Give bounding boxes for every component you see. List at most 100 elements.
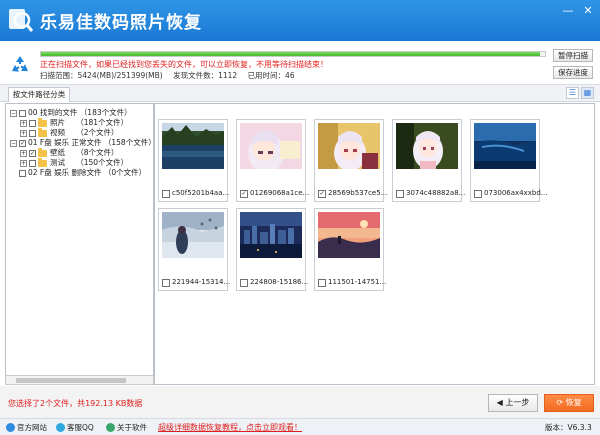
selection-summary: 您选择了2个文件，共192.13 KB数据 [8, 399, 143, 408]
thumbnail-grid: c50f5201b4aa... ✓ 01269068a1ce... ✓ 28569b53… [154, 103, 595, 385]
folder-tree: −00 找到的文件 （183个文件） + 照片 （181个文件） + 视频 （2个文件）… [5, 103, 154, 385]
tree-item-label: 壁纸 （8个文件） [50, 148, 119, 157]
tree-item-label: 00 找到的文件 （183个文件） [28, 108, 132, 117]
file-thumbnail-card[interactable]: c50f5201b4aa... [158, 119, 230, 202]
file-name: c50f5201b4aa... [172, 189, 230, 197]
version-label: 版本：V6.3.3 [545, 423, 592, 432]
file-thumbnail-card[interactable]: ✓ 01269068a1ce... [236, 119, 310, 202]
tutorial-promo-link[interactable]: 超级详细数据恢复教程，点击立即观看！ [158, 422, 302, 433]
bottom-bar: 您选择了2个文件，共192.13 KB数据 ◀ 上一步 ⟳ 恢复 [0, 386, 600, 418]
tree-item-label: 视频 （2个文件） [50, 128, 119, 137]
tree-expander-icon[interactable]: + [20, 149, 27, 157]
file-thumbnail-image[interactable] [240, 123, 302, 169]
tab-by-path[interactable]: 按文件路径分类 [8, 87, 70, 102]
tree-item[interactable]: + 照片 （181个文件） [20, 117, 129, 128]
support-qq-label: 客服QQ [67, 423, 94, 432]
recover-label: 恢复 [565, 398, 582, 407]
file-thumbnail-image[interactable] [318, 212, 380, 258]
file-checkbox[interactable] [474, 190, 482, 198]
back-label: 上一步 [505, 398, 530, 407]
tree-item[interactable]: + 测试 （150个文件） [20, 157, 128, 168]
file-thumbnail-card[interactable]: 073006ax4xxbd... [470, 119, 547, 202]
tree-item[interactable]: 02 F盘 娱乐 删除文件 （0个文件） [10, 168, 146, 178]
file-thumbnail-image[interactable] [162, 212, 224, 258]
file-thumbnail-image[interactable] [162, 123, 224, 169]
file-checkbox[interactable] [162, 279, 170, 287]
file-checkbox[interactable] [240, 279, 248, 287]
tree-expander-icon[interactable]: + [20, 119, 27, 127]
folder-icon [38, 127, 47, 137]
scrollbar-thumb[interactable] [16, 378, 126, 383]
file-thumbnail-card[interactable]: ✓ 28569b537ce5... [314, 119, 388, 202]
website-label: 官方网站 [17, 423, 47, 432]
scan-info: 扫描范围：5424(MB)/251399(MB) 发现文件数：1112 已用时间… [40, 70, 303, 81]
scan-range: 扫描范围：5424(MB)/251399(MB) [40, 71, 163, 80]
tree-checkbox[interactable] [19, 109, 26, 117]
tree-item[interactable]: − ✓ 01 F盘 娱乐 正常文件 （158个文件） [10, 138, 154, 148]
tree-checkbox[interactable] [29, 159, 36, 167]
list-view-icon[interactable]: ☰ [566, 87, 579, 99]
tree-expander-icon[interactable]: − [10, 139, 17, 147]
tree-checkbox[interactable] [29, 129, 36, 137]
scan-progress-bar [40, 51, 546, 57]
footer: 官方网站 客服QQ 关于软件 超级详细数据恢复教程，点击立即观看！ 版本：V6.… [0, 418, 600, 435]
tree-expander-icon[interactable]: − [10, 109, 17, 117]
file-thumbnail-card[interactable]: 221944-15314... [158, 208, 230, 291]
file-thumbnail-card[interactable]: 3074c48882a8... [392, 119, 466, 202]
support-qq-link[interactable]: 客服QQ [56, 422, 94, 433]
tree-expander-icon[interactable]: + [20, 159, 27, 167]
file-name: 3074c48882a8... [406, 189, 466, 197]
tree-item-label: 照片 （181个文件） [50, 118, 129, 127]
file-name: 073006ax4xxbd... [484, 189, 548, 197]
tree-item[interactable]: + ✓ 壁纸 （8个文件） [20, 147, 119, 158]
tree-checkbox[interactable] [29, 119, 36, 127]
tree-expander-icon[interactable]: + [20, 129, 27, 137]
tree-item[interactable]: + 视频 （2个文件） [20, 127, 119, 138]
tab-bar: 按文件路径分类 ☰ ▦ [0, 85, 600, 102]
tree-checkbox[interactable]: ✓ [29, 149, 36, 157]
file-thumbnail-card[interactable]: 224808-15186... [236, 208, 309, 291]
file-thumbnail-image[interactable] [396, 123, 458, 169]
file-name: 01269068a1ce... [250, 189, 310, 197]
file-name: 28569b537ce5... [328, 189, 388, 197]
file-thumbnail-image[interactable] [240, 212, 302, 258]
app-logo-icon [9, 9, 34, 32]
file-checkbox[interactable] [396, 190, 404, 198]
info-icon [106, 423, 115, 432]
minimize-button[interactable]: — [560, 4, 576, 18]
app-title: 乐易佳数码照片恢复 [40, 13, 202, 33]
back-button[interactable]: ◀ 上一步 [488, 394, 538, 412]
file-thumbnail-card[interactable]: 111501-14751... [314, 208, 386, 291]
file-checkbox[interactable]: ✓ [318, 190, 326, 198]
tree-horizontal-scrollbar[interactable] [5, 375, 154, 385]
file-checkbox[interactable] [162, 190, 170, 198]
close-button[interactable]: ✕ [580, 4, 596, 18]
folder-icon [38, 117, 47, 127]
tree-checkbox[interactable] [19, 169, 26, 177]
save-progress-button[interactable]: 保存进度 [553, 66, 593, 79]
grid-view-icon[interactable]: ▦ [581, 87, 594, 99]
recover-button[interactable]: ⟳ 恢复 [544, 394, 594, 412]
file-checkbox[interactable] [318, 279, 326, 287]
pause-scan-button[interactable]: 暂停扫描 [553, 49, 593, 62]
about-link[interactable]: 关于软件 [106, 422, 147, 433]
tree-item-label: 01 F盘 娱乐 正常文件 （158个文件） [28, 138, 154, 147]
recover-icon: ⟳ [556, 398, 566, 407]
website-link[interactable]: 官方网站 [6, 422, 47, 433]
file-name: 224808-15186... [250, 278, 309, 286]
globe-icon [6, 423, 15, 432]
file-thumbnail-image[interactable] [318, 123, 380, 169]
file-checkbox[interactable]: ✓ [240, 190, 248, 198]
tree-checkbox[interactable]: ✓ [19, 139, 26, 147]
scan-status-text: 正在扫描文件，如果已经找到您丢失的文件，可以立即恢复，不用等待扫描结束！ [40, 60, 328, 69]
file-thumbnail-image[interactable] [474, 123, 536, 169]
qq-icon [56, 423, 65, 432]
folder-icon [38, 157, 47, 167]
scan-progress-fill [41, 52, 540, 56]
tree-item[interactable]: − 00 找到的文件 （183个文件） [10, 108, 132, 118]
about-label: 关于软件 [117, 423, 147, 432]
folder-icon [38, 147, 47, 157]
title-bar: 乐易佳数码照片恢复 — ✕ [0, 0, 600, 41]
elapsed-time: 已用时间：46 [247, 71, 295, 80]
